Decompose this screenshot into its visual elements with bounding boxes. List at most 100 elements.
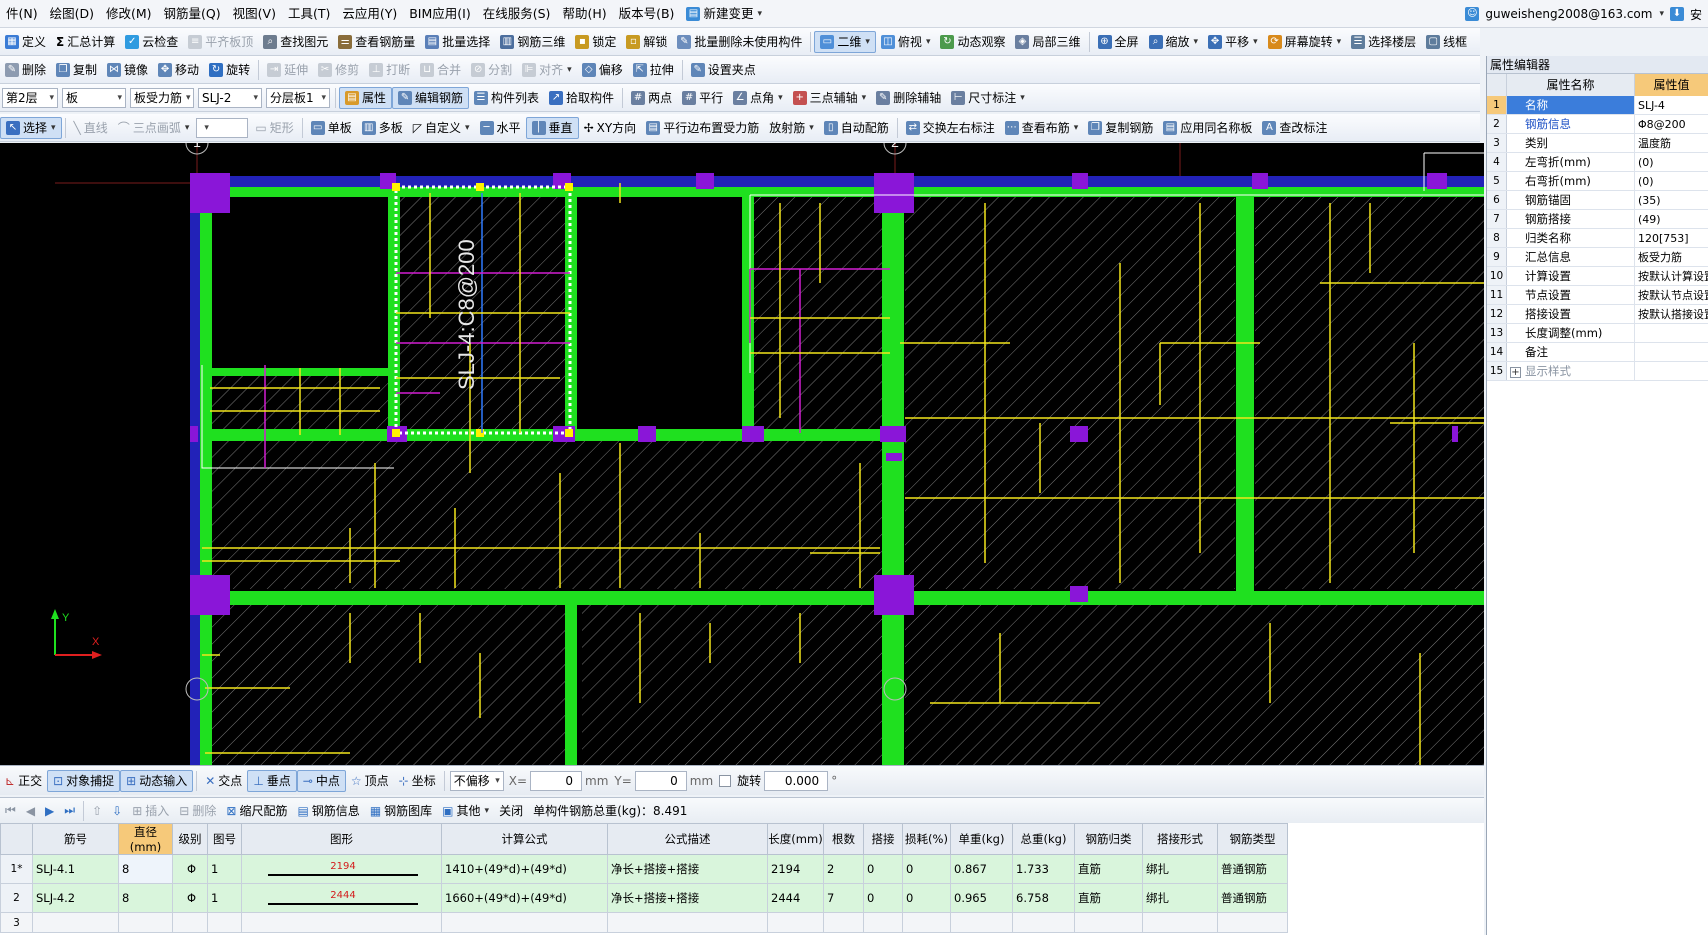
cell-loss[interactable]: 0 (902, 883, 951, 913)
properties-button[interactable]: ▤ 属性 (339, 86, 393, 109)
floor-select[interactable]: 第2层 (2, 87, 58, 108)
drawing-canvas[interactable]: 1 2 SLJ-4:C8@200 Y X (0, 143, 1484, 765)
top-view-button[interactable]: ◫ 俯视 ▾ (876, 31, 936, 53)
table-row[interactable]: 3 (0, 912, 1288, 933)
property-row[interactable]: 4 左弯折(mm) (0) (1487, 153, 1708, 172)
xy-direction-button[interactable]: ✢ XY方向 (579, 117, 642, 139)
edit-rebar-button[interactable]: ✎ 编辑钢筋 (392, 86, 470, 109)
user-email[interactable]: guweisheng2008@163.com (1485, 7, 1652, 21)
cell-unit-weight[interactable]: 0.867 (950, 854, 1013, 884)
break-button[interactable]: ⊥ 打断 (364, 59, 415, 81)
flush-top-button[interactable]: ≡ 平齐板顶 (183, 31, 258, 53)
menu-right-tail[interactable]: 安 (1690, 6, 1702, 23)
three-point-arc-button[interactable]: ⌒ 三点画弧 ▾ (113, 117, 195, 139)
edit-label-button[interactable]: A 查改标注 (1257, 117, 1332, 139)
insert-row-button[interactable]: ⊞ 插入 (127, 800, 174, 822)
menu-draw[interactable]: 绘图(D) (44, 0, 100, 27)
cell-lap-form[interactable]: 绑扎 (1142, 854, 1218, 884)
menu-bim[interactable]: BIM应用(I) (403, 0, 477, 27)
horizontal-button[interactable]: ─ 水平 (475, 117, 526, 139)
snap-perpendicular-button[interactable]: ⊥ 垂点 (247, 769, 297, 792)
delete-axis-button[interactable]: ✎ 删除辅轴 (871, 87, 946, 109)
close-rebar-editor-button[interactable]: 关闭 (494, 800, 528, 822)
move-button[interactable]: ✥ 移动 (153, 59, 204, 81)
col-lap-form[interactable]: 搭接形式 (1142, 823, 1218, 855)
cell-total-weight[interactable]: 1.733 (1012, 854, 1075, 884)
line-button[interactable]: ╲ 直线 (69, 117, 113, 139)
cell-formula-desc[interactable]: 净长+搭接+搭接 (607, 883, 768, 913)
layer-select[interactable]: 分层板1 (266, 87, 330, 108)
cell-formula[interactable]: 1660+(49*d)+(49*d) (441, 883, 608, 913)
cell-length[interactable]: 2194 (767, 854, 824, 884)
wireframe-button[interactable]: ▢ 线框 (1421, 31, 1472, 53)
col-total-weight[interactable]: 总重(kg) (1012, 823, 1075, 855)
cell-lap-form[interactable]: 绑扎 (1142, 883, 1218, 913)
fullscreen-button[interactable]: ⊕ 全屏 (1093, 31, 1144, 53)
select-floor-button[interactable]: ☰ 选择楼层 (1346, 31, 1421, 53)
cell-rebar-type[interactable]: 普通钢筋 (1217, 883, 1288, 913)
component-list-button[interactable]: ☰ 构件列表 (469, 87, 544, 109)
select-tool-button[interactable]: ↖ 选择 ▾ (0, 116, 62, 139)
chevron-down-icon[interactable]: ▾ (1659, 9, 1664, 19)
table-row[interactable]: 2 SLJ-4.2 8 Φ 1 2444 1660+(49*d)+(49*d) … (0, 883, 1288, 913)
arc-mode-select[interactable] (196, 117, 249, 138)
cell-formula[interactable]: 1410+(49*d)+(49*d) (441, 854, 608, 884)
property-row[interactable]: 11 节点设置 按默认节点设置 (1487, 286, 1708, 305)
view-2d-button[interactable]: ▭ 二维 ▾ (814, 30, 876, 53)
single-slab-button[interactable]: ▭ 单板 (306, 117, 357, 139)
col-count[interactable]: 根数 (823, 823, 864, 855)
property-row[interactable]: 6 钢筋锚固 (35) (1487, 191, 1708, 210)
calc-button[interactable]: Σ 汇总计算 (51, 31, 120, 53)
define-button[interactable]: ▦ 定义 (0, 31, 51, 53)
rotate-angle-input[interactable]: 0.000 (764, 770, 829, 791)
view-layout-button[interactable]: ⋯ 查看布筋 ▾ (1000, 117, 1084, 139)
offset-button[interactable]: ◇ 偏移 (577, 59, 628, 81)
cell-fig-no[interactable]: 1 (207, 854, 242, 884)
cell-bar-no[interactable]: SLJ-4.2 (32, 883, 119, 913)
pan-button[interactable]: ✥ 平移 ▾ (1203, 31, 1263, 53)
multi-slab-button[interactable]: ▥ 多板 (357, 117, 408, 139)
first-record-button[interactable]: ⏮ (0, 800, 21, 822)
cell-diameter[interactable]: 8 (118, 854, 173, 884)
lock-button[interactable]: ▪ 锁定 (570, 31, 621, 53)
type-select[interactable]: 板受力筋 (130, 87, 194, 108)
col-class[interactable]: 钢筋归类 (1074, 823, 1143, 855)
menu-rebar-qty[interactable]: 钢筋量(Q) (158, 0, 227, 27)
last-record-button[interactable]: ⏭ (59, 800, 80, 822)
property-row[interactable]: 5 右弯折(mm) (0) (1487, 172, 1708, 191)
menu-tools[interactable]: 工具(T) (282, 0, 336, 27)
col-shape[interactable]: 图形 (241, 823, 442, 855)
extend-button[interactable]: ⇥ 延伸 (262, 59, 313, 81)
col-lap[interactable]: 搭接 (863, 823, 903, 855)
point-angle-axis-button[interactable]: ∠ 点角 ▾ (728, 87, 788, 109)
cell-rebar-type[interactable]: 普通钢筋 (1217, 854, 1288, 884)
local-3d-button[interactable]: ◈ 局部三维 (1010, 31, 1085, 53)
pick-component-button[interactable]: ↗ 拾取构件 (544, 87, 619, 109)
property-row[interactable]: 13 长度调整(mm) (1487, 324, 1708, 343)
menu-version[interactable]: 版本号(B) (613, 0, 681, 27)
screen-rotate-button[interactable]: ⟳ 屏幕旋转 ▾ (1263, 31, 1347, 53)
rebar-3d-button[interactable]: ▥ 钢筋三维 (495, 31, 570, 53)
property-row[interactable]: 12 搭接设置 按默认搭接设置 (1487, 305, 1708, 324)
y-coordinate-input[interactable]: 0 (634, 770, 687, 791)
menu-file[interactable]: 件(N) (0, 0, 44, 27)
stretch-button[interactable]: ⇱ 拉伸 (628, 59, 679, 81)
name-select[interactable]: SLJ-2 (198, 87, 262, 108)
property-row[interactable]: 8 归类名称 120[753] (1487, 229, 1708, 248)
dynamic-input-button[interactable]: ⊞ 动态输入 (120, 769, 194, 792)
cell-diameter[interactable]: 8 (118, 883, 173, 913)
menu-modify[interactable]: 修改(M) (100, 0, 158, 27)
download-icon[interactable]: ⬇ (1669, 7, 1684, 21)
property-row[interactable]: 15 + 显示样式 (1487, 362, 1708, 381)
snap-midpoint-button[interactable]: ⊸ 中点 (296, 769, 346, 792)
category-select[interactable]: 板 (62, 87, 126, 108)
merge-button[interactable]: ⊔ 合并 (415, 59, 466, 81)
zoom-button[interactable]: ⌕ 缩放 ▾ (1144, 31, 1204, 53)
x-coordinate-input[interactable]: 0 (530, 770, 582, 791)
cell-lap[interactable]: 0 (863, 854, 903, 884)
col-fig-no[interactable]: 图号 (207, 823, 242, 855)
cell-class[interactable]: 直筋 (1074, 854, 1143, 884)
cell-grade[interactable]: Φ (172, 883, 208, 913)
batch-select-button[interactable]: ▤ 批量选择 (420, 31, 495, 53)
col-rebar-type[interactable]: 钢筋类型 (1217, 823, 1288, 855)
